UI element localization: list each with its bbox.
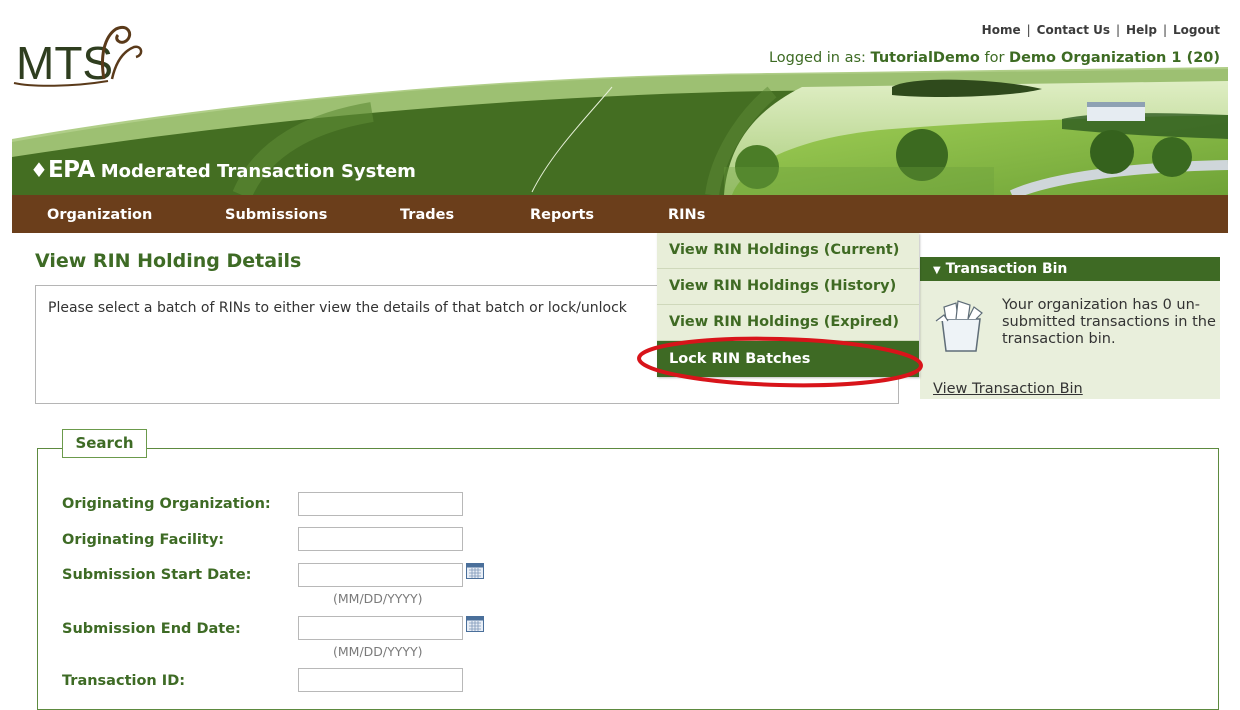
menu-view-rin-holdings-current[interactable]: View RIN Holdings (Current) [657, 233, 919, 269]
epa-logo-icon: ♦ [30, 158, 48, 182]
nav-rins[interactable]: RINs [668, 195, 705, 233]
logged-in-status: Logged in as: TutorialDemo for Demo Orga… [769, 50, 1220, 66]
transaction-bin-title: Transaction Bin [945, 261, 1068, 277]
logged-user: TutorialDemo [870, 50, 980, 66]
system-name: Moderated Transaction System [100, 161, 416, 182]
logged-prefix: Logged in as: [768, 50, 866, 66]
home-link[interactable]: Home [982, 23, 1021, 37]
epa-mark: EPA [47, 157, 95, 183]
mts-logo[interactable]: MTS [12, 17, 162, 89]
menu-view-rin-holdings-history[interactable]: View RIN Holdings (History) [657, 269, 919, 305]
originating-facility-input[interactable] [298, 527, 463, 551]
transaction-bin-text: Your organization has 0 un-submitted tra… [1002, 297, 1216, 347]
search-tab[interactable]: Search [62, 429, 147, 458]
end-date-format-hint: (MM/DD/YYYY) [333, 644, 423, 659]
transaction-id-input[interactable] [298, 668, 463, 692]
info-text: Please select a batch of RINs to either … [48, 300, 627, 316]
view-transaction-bin-link[interactable]: View Transaction Bin [933, 381, 1083, 397]
end-date-calendar-icon[interactable] [466, 616, 484, 632]
nav-reports[interactable]: Reports [530, 195, 594, 233]
bin-box-icon [935, 300, 983, 352]
submission-end-date-input[interactable] [298, 616, 463, 640]
nav-trades[interactable]: Trades [400, 195, 454, 233]
start-date-calendar-icon[interactable] [466, 563, 484, 579]
system-title: ♦EPA Moderated Transaction System [30, 157, 416, 183]
submission-start-date-input[interactable] [298, 563, 463, 587]
transaction-id-label: Transaction ID: [62, 673, 186, 689]
main-nav: Organization Submissions Trades Reports … [12, 195, 1228, 233]
nav-submissions[interactable]: Submissions [225, 195, 327, 233]
help-link[interactable]: Help [1126, 23, 1157, 37]
page-title: View RIN Holding Details [35, 250, 302, 272]
logged-for: for [984, 50, 1005, 66]
submission-end-date-label: Submission End Date: [62, 621, 241, 637]
originating-organization-input[interactable] [298, 492, 463, 516]
highlight-oval [637, 336, 923, 388]
header-banner: MTS ♦EPA Moderated Transaction System Hom… [12, 17, 1228, 195]
contact-us-link[interactable]: Contact Us [1037, 23, 1110, 37]
originating-organization-label: Originating Organization: [62, 496, 271, 512]
mts-logo-text: MTS [16, 37, 113, 89]
collapse-arrow-icon: ▼ [933, 265, 941, 276]
logged-organization: Demo Organization 1 (20) [1009, 50, 1220, 66]
submission-start-date-label: Submission Start Date: [62, 567, 252, 583]
transaction-bin-header[interactable]: ▼ Transaction Bin [920, 257, 1220, 281]
transaction-bin-panel: ▼ Transaction Bin Your organization has … [920, 257, 1220, 399]
nav-organization[interactable]: Organization [47, 195, 152, 233]
logout-link[interactable]: Logout [1173, 23, 1220, 37]
start-date-format-hint: (MM/DD/YYYY) [333, 591, 423, 606]
top-links: Home | Contact Us | Help | Logout [981, 23, 1220, 37]
originating-facility-label: Originating Facility: [62, 532, 225, 548]
